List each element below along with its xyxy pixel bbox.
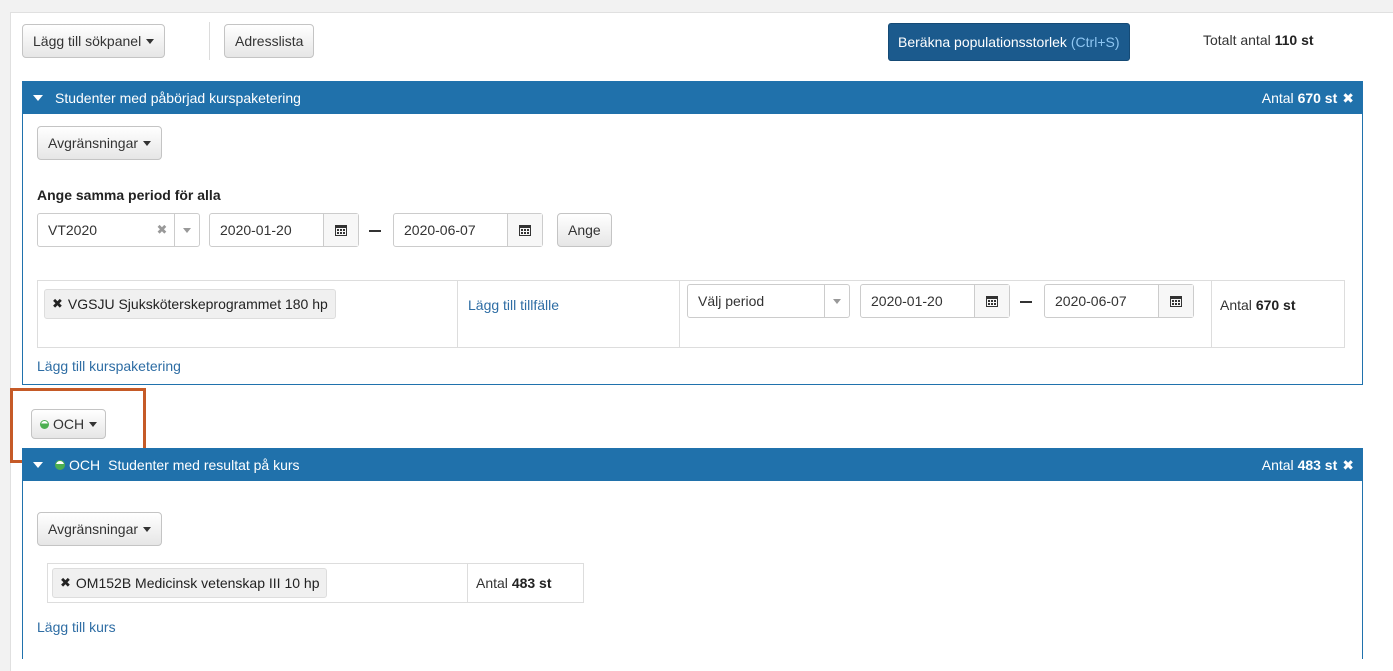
- collapse-toggle-icon[interactable]: [33, 95, 43, 101]
- calendar-icon[interactable]: [507, 214, 542, 246]
- course-tag: ✖ OM152B Medicinsk vetenskap III 10 hp: [52, 568, 328, 598]
- row-start-date-value: 2020-01-20: [871, 293, 943, 309]
- date-range-dash: [1020, 301, 1032, 303]
- panel-count: Antal 483 st: [1262, 457, 1338, 473]
- panel-count-value: 670 st: [1297, 90, 1338, 106]
- panel-count-value: 483 st: [1297, 457, 1338, 473]
- add-course-package-link[interactable]: Lägg till kurspaketering: [37, 358, 181, 374]
- panel-title: Studenter med resultat på kurs: [108, 457, 300, 473]
- course-package-table: ✖ VGSJU Sjuksköterskeprogrammet 180 hp L…: [37, 280, 1345, 348]
- period-select[interactable]: VT2020 ✖: [37, 213, 200, 247]
- course-table: ✖ OM152B Medicinsk vetenskap III 10 hp A…: [47, 563, 584, 603]
- panel-count-prefix: Antal: [1261, 457, 1294, 473]
- row-end-date-value: 2020-06-07: [1055, 293, 1127, 309]
- panel-title: Studenter med påbörjad kurspaketering: [55, 90, 301, 106]
- calendar-icon[interactable]: [323, 214, 358, 246]
- total-value: 110 st: [1274, 32, 1314, 48]
- and-operator-icon: [40, 419, 49, 429]
- caret-down-icon: [143, 140, 152, 146]
- period-value: VT2020: [48, 222, 98, 238]
- program-tag: ✖ VGSJU Sjuksköterskeprogrammet 180 hp: [44, 289, 336, 319]
- caret-down-icon: [89, 421, 98, 427]
- dropdown-arrow[interactable]: [824, 285, 849, 317]
- apply-label: Ange: [568, 222, 601, 238]
- calendar-icon[interactable]: [974, 285, 1009, 317]
- course-tag-label: OM152B Medicinsk vetenskap III 10 hp: [75, 575, 320, 591]
- row-count: Antal 670 st: [1220, 297, 1296, 313]
- restrictions-dropdown[interactable]: Avgränsningar: [37, 512, 163, 546]
- caret-down-icon: [146, 38, 155, 44]
- panel-header: OCH Studenter med resultat på kurs Antal…: [23, 449, 1362, 481]
- search-panel-course-package: Studenter med påbörjad kurspaketering An…: [22, 81, 1363, 385]
- calculate-population-button[interactable]: Beräkna populationsstorlek (Ctrl+S): [888, 23, 1130, 61]
- start-date-value: 2020-01-20: [220, 222, 292, 238]
- program-tag-label: VGSJU Sjuksköterskeprogrammet 180 hp: [67, 296, 328, 312]
- apply-period-button[interactable]: Ange: [557, 213, 612, 247]
- total-prefix: Totalt antal: [1203, 32, 1271, 48]
- add-search-panel-button[interactable]: Lägg till sökpanel: [22, 24, 166, 58]
- and-operator-icon: [55, 460, 65, 470]
- end-date-field[interactable]: 2020-06-07: [393, 213, 543, 247]
- operator-dropdown[interactable]: OCH: [31, 409, 107, 439]
- row-count-value: 670 st: [1255, 297, 1296, 313]
- period-cell: Välj period 2020-01-20 2020-06-07: [680, 281, 1212, 347]
- close-icon[interactable]: ✖: [1342, 457, 1354, 474]
- add-occasion-link[interactable]: Lägg till tillfälle: [468, 297, 559, 313]
- collapse-toggle-icon[interactable]: [33, 462, 43, 468]
- panel-header: Studenter med påbörjad kurspaketering An…: [23, 82, 1362, 114]
- same-period-heading: Ange samma period för alla: [37, 187, 221, 203]
- toolbar-divider: [209, 22, 210, 60]
- caret-down-icon: [143, 526, 152, 532]
- remove-icon[interactable]: ✖: [60, 575, 71, 591]
- restrictions-label: Avgränsningar: [48, 135, 139, 151]
- panel-count-prefix: Antal: [1261, 90, 1294, 106]
- address-list-label: Adresslista: [235, 33, 304, 49]
- operator-label: OCH: [53, 416, 85, 432]
- choose-period-placeholder: Välj period: [698, 293, 765, 309]
- start-date-field[interactable]: 2020-01-20: [209, 213, 359, 247]
- address-list-button[interactable]: Adresslista: [224, 24, 315, 58]
- clear-icon[interactable]: ✖: [150, 222, 174, 238]
- row-start-date-field[interactable]: 2020-01-20: [860, 284, 1010, 318]
- end-date-value: 2020-06-07: [404, 222, 476, 238]
- calculate-shortcut: (Ctrl+S): [1070, 34, 1120, 50]
- panel-operator-label: OCH: [69, 457, 101, 473]
- date-range-dash: [369, 230, 381, 232]
- add-course-link[interactable]: Lägg till kurs: [37, 619, 116, 635]
- row-count-prefix: Antal: [1220, 297, 1252, 313]
- panel-count: Antal 670 st: [1262, 90, 1338, 106]
- search-panel-course-results: OCH Studenter med resultat på kurs Antal…: [22, 448, 1363, 659]
- restrictions-label: Avgränsningar: [48, 521, 139, 537]
- remove-icon[interactable]: ✖: [52, 296, 63, 312]
- total-count: Totalt antal 110 st: [1203, 32, 1314, 48]
- dropdown-arrow[interactable]: [174, 214, 199, 246]
- course-count-prefix: Antal: [476, 575, 508, 591]
- close-icon[interactable]: ✖: [1342, 90, 1354, 107]
- course-count-cell: Antal 483 st: [468, 564, 583, 602]
- course-count: Antal 483 st: [476, 575, 552, 591]
- row-count-cell: Antal 670 st: [1212, 281, 1342, 347]
- calendar-icon[interactable]: [1158, 285, 1193, 317]
- chevron-down-icon: [183, 227, 191, 233]
- restrictions-dropdown[interactable]: Avgränsningar: [37, 126, 163, 160]
- course-count-value: 483 st: [511, 575, 552, 591]
- course-cell: ✖ OM152B Medicinsk vetenskap III 10 hp: [48, 564, 468, 602]
- occasion-cell: Lägg till tillfälle: [458, 281, 680, 347]
- choose-period-select[interactable]: Välj period: [687, 284, 850, 318]
- row-end-date-field[interactable]: 2020-06-07: [1044, 284, 1194, 318]
- chevron-down-icon: [833, 298, 841, 304]
- add-search-panel-label: Lägg till sökpanel: [33, 33, 142, 49]
- program-cell: ✖ VGSJU Sjuksköterskeprogrammet 180 hp: [38, 281, 458, 347]
- calculate-label: Beräkna populationsstorlek: [898, 34, 1067, 50]
